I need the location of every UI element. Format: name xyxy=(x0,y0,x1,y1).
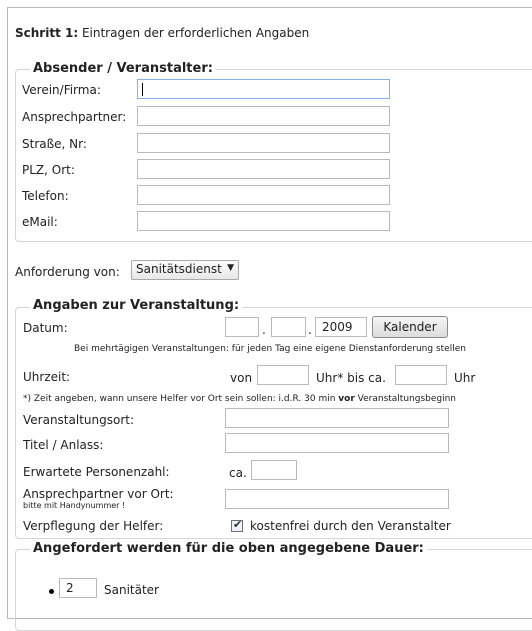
text-cursor xyxy=(142,83,143,96)
requested-legend: Angefordert werden für die oben angegebe… xyxy=(30,541,427,556)
label-uhr: Uhr xyxy=(454,371,476,385)
contact-input[interactable] xyxy=(225,489,449,509)
label-ansprechpartner: Ansprechpartner: xyxy=(22,110,127,124)
label-strasse: Straße, Nr: xyxy=(22,137,87,151)
time-from-input[interactable] xyxy=(257,365,309,385)
label-datum: Datum: xyxy=(23,321,68,335)
event-legend: Angaben zur Veranstaltung: xyxy=(30,298,243,313)
date-day-input[interactable] xyxy=(225,317,259,337)
date-dot: . xyxy=(308,323,312,337)
verein-input[interactable] xyxy=(137,79,390,99)
label-von: von xyxy=(230,371,253,385)
time-note: *) Zeit angeben, wann unsere Helfer vor … xyxy=(23,394,457,404)
catering-checkbox[interactable]: ✔ xyxy=(231,518,243,532)
title-input[interactable] xyxy=(225,433,449,453)
label-verein: Verein/Firma: xyxy=(22,83,101,97)
ansprechpartner-input[interactable] xyxy=(137,106,390,126)
place-input[interactable] xyxy=(225,408,449,428)
chevron-down-icon: ▼ xyxy=(227,263,234,273)
step-heading: Schritt 1: Eintragen der erforderlichen … xyxy=(15,26,310,40)
date-dot: . xyxy=(262,323,266,337)
label-anforderung: Anforderung von: xyxy=(15,265,120,279)
label-telefon: Telefon: xyxy=(22,189,69,203)
anforderung-select[interactable]: Sanitätsdienst ▼ xyxy=(131,260,239,280)
label-plz: PLZ, Ort: xyxy=(22,163,75,177)
strasse-input[interactable] xyxy=(137,133,390,153)
calendar-button[interactable]: Kalender xyxy=(372,316,448,338)
count-input[interactable]: 2 xyxy=(59,578,97,598)
label-ca: ca. xyxy=(229,466,247,480)
contact-sub-label: bitte mit Handynummer ! xyxy=(23,501,126,510)
label-email: eMail: xyxy=(22,215,58,229)
label-veranstaltungsort: Veranstaltungsort: xyxy=(23,413,135,427)
check-icon: ✔ xyxy=(233,518,243,531)
telefon-input[interactable] xyxy=(137,185,390,205)
time-to-input[interactable] xyxy=(395,365,447,385)
date-year-input[interactable]: 2009 xyxy=(315,317,367,337)
email-input[interactable] xyxy=(137,211,390,231)
persons-input[interactable] xyxy=(251,460,297,480)
date-month-input[interactable] xyxy=(271,317,306,337)
label-verpflegung: Verpflegung der Helfer: xyxy=(23,519,164,533)
label-uhr-bis: Uhr* bis ca. xyxy=(316,371,386,385)
requested-item-label: Sanitäter xyxy=(104,583,159,597)
label-ansprechpartner-ort: Ansprechpartner vor Ort: xyxy=(23,487,174,501)
plz-ort-input[interactable] xyxy=(137,159,390,179)
catering-option: kostenfrei durch den Veranstalter xyxy=(250,519,451,533)
sender-legend: Absender / Veranstalter: xyxy=(30,61,216,76)
list-bullet xyxy=(49,589,54,594)
label-titel: Titel / Anlass: xyxy=(23,438,104,452)
label-personenzahl: Erwartete Personenzahl: xyxy=(23,465,170,479)
label-uhrzeit: Uhrzeit: xyxy=(23,370,71,384)
multi-day-note: Bei mehrtägigen Veranstaltungen: für jed… xyxy=(74,344,466,354)
